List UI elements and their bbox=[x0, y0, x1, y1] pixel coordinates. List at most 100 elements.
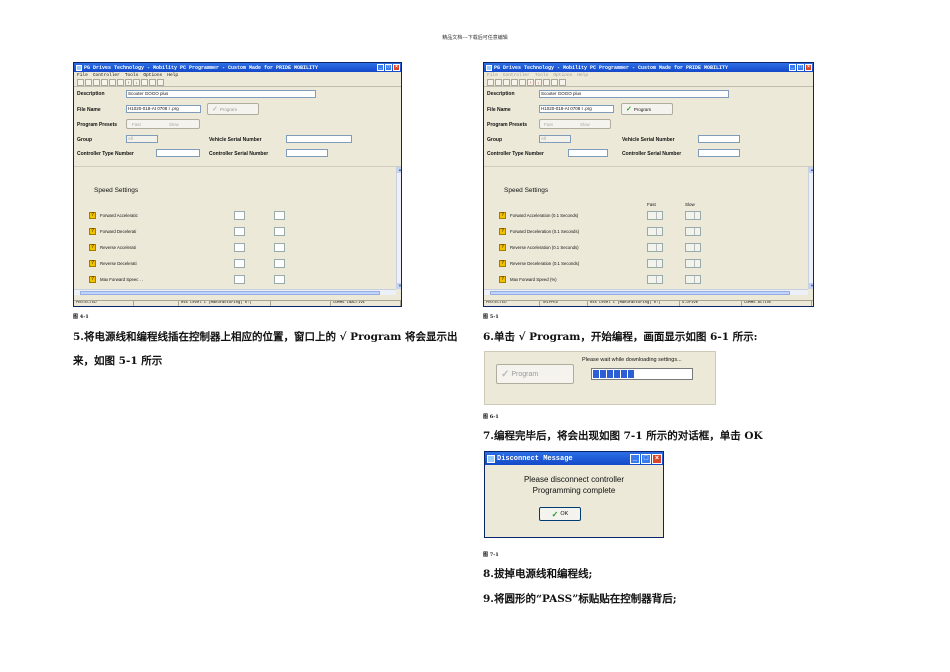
maximize-button[interactable]: □ bbox=[385, 64, 392, 71]
slow-value-field[interactable] bbox=[274, 227, 285, 236]
vehicle-serial-field[interactable] bbox=[286, 135, 352, 143]
help-icon[interactable]: ? bbox=[89, 276, 96, 283]
menu-options[interactable]: Options bbox=[553, 73, 572, 78]
scroll-down-icon[interactable]: ▼ bbox=[397, 283, 401, 289]
scroll-up-icon[interactable]: ▲ bbox=[397, 167, 401, 173]
close-button[interactable]: × bbox=[393, 64, 400, 71]
controller-type-field[interactable] bbox=[156, 149, 200, 157]
file-name-field[interactable]: H1020-018-At 0708 I .prg bbox=[126, 105, 201, 113]
close-button[interactable]: × bbox=[652, 454, 662, 464]
help-icon[interactable]: ? bbox=[499, 212, 506, 219]
group-select[interactable]: All bbox=[126, 135, 158, 143]
ok-button[interactable]: ✓ OK bbox=[539, 507, 581, 521]
scroll-down-icon[interactable]: ▼ bbox=[809, 283, 813, 289]
help-icon[interactable] bbox=[157, 78, 164, 86]
menu-help[interactable]: Help bbox=[167, 73, 178, 78]
new-icon[interactable] bbox=[487, 78, 494, 86]
fast-value-spinner[interactable] bbox=[647, 243, 663, 252]
help-icon[interactable]: ? bbox=[499, 244, 506, 251]
controller-serial-field[interactable] bbox=[698, 149, 740, 157]
help-icon[interactable]: ? bbox=[89, 260, 96, 267]
controller-type-field[interactable] bbox=[568, 149, 608, 157]
slow-value-field[interactable] bbox=[274, 243, 285, 252]
horizontal-scrollbar[interactable] bbox=[74, 289, 396, 295]
help-icon[interactable]: ? bbox=[89, 228, 96, 235]
minimize-button[interactable]: _ bbox=[630, 454, 640, 464]
diagnostics-icon[interactable] bbox=[543, 78, 550, 86]
open-icon[interactable] bbox=[495, 78, 502, 86]
group-select[interactable]: All bbox=[539, 135, 571, 143]
horizontal-scrollbar[interactable] bbox=[484, 289, 808, 295]
help-icon[interactable]: ? bbox=[89, 212, 96, 219]
menu-tools[interactable]: Tools bbox=[535, 73, 549, 78]
program-button[interactable]: ✓ Program bbox=[496, 364, 574, 384]
help-icon[interactable] bbox=[559, 78, 566, 86]
scroll-up-icon[interactable]: ▲ bbox=[809, 167, 813, 173]
help-icon[interactable]: ? bbox=[499, 228, 506, 235]
preset-slow-radio[interactable]: Slow bbox=[580, 122, 590, 127]
fast-value-field[interactable] bbox=[234, 211, 245, 220]
slow-value-spinner[interactable] bbox=[685, 259, 701, 268]
compare-icon[interactable] bbox=[117, 78, 124, 86]
slow-value-spinner[interactable] bbox=[685, 275, 701, 284]
vertical-scrollbar[interactable]: ▲ ▼ bbox=[396, 167, 401, 289]
fast-value-spinner[interactable] bbox=[647, 259, 663, 268]
help-icon[interactable]: ? bbox=[499, 276, 506, 283]
folder-icon[interactable] bbox=[503, 78, 510, 86]
slow-value-spinner[interactable] bbox=[685, 227, 701, 236]
preset-fast-radio[interactable]: Fast bbox=[544, 122, 553, 127]
help-icon[interactable]: ? bbox=[499, 260, 506, 267]
close-button[interactable]: × bbox=[805, 64, 812, 71]
fast-value-spinner[interactable] bbox=[647, 227, 663, 236]
vehicle-serial-field[interactable] bbox=[698, 135, 740, 143]
menu-file[interactable]: File bbox=[487, 73, 498, 78]
menu-help[interactable]: Help bbox=[577, 73, 588, 78]
write-icon[interactable]: ↓ bbox=[535, 78, 542, 86]
save-icon[interactable] bbox=[109, 78, 116, 86]
slow-value-field[interactable] bbox=[274, 259, 285, 268]
print-icon[interactable] bbox=[101, 78, 108, 86]
scroll-thumb[interactable] bbox=[80, 291, 380, 295]
fast-value-field[interactable] bbox=[234, 275, 245, 284]
menu-controller[interactable]: Controller bbox=[93, 73, 120, 78]
menu-controller[interactable]: Controller bbox=[503, 73, 530, 78]
preset-slow-radio[interactable]: Slow bbox=[169, 122, 179, 127]
diagnostics-icon[interactable] bbox=[141, 78, 148, 86]
minimize-button[interactable]: _ bbox=[377, 64, 384, 71]
settings-icon[interactable] bbox=[149, 78, 156, 86]
description-field[interactable]: Scooter GOGO plus bbox=[126, 90, 316, 98]
menu-options[interactable]: Options bbox=[143, 73, 162, 78]
vertical-scrollbar[interactable]: ▲ ▼ bbox=[808, 167, 813, 289]
fast-value-spinner[interactable] bbox=[647, 211, 663, 220]
save-icon[interactable] bbox=[519, 78, 526, 86]
folder-icon[interactable] bbox=[93, 78, 100, 86]
fast-value-field[interactable] bbox=[234, 243, 245, 252]
controller-serial-field[interactable] bbox=[286, 149, 328, 157]
description-field[interactable]: Scooter GOGO plus bbox=[539, 90, 729, 98]
scroll-thumb[interactable] bbox=[490, 291, 790, 295]
file-name-field[interactable]: H1020-018-At 0708 I .prg bbox=[539, 105, 614, 113]
menu-file[interactable]: File bbox=[77, 73, 88, 78]
open-icon[interactable] bbox=[85, 78, 92, 86]
preset-fast-radio[interactable]: Fast bbox=[132, 122, 141, 127]
new-icon[interactable] bbox=[77, 78, 84, 86]
slow-value-spinner[interactable] bbox=[685, 243, 701, 252]
menu-tools[interactable]: Tools bbox=[125, 73, 139, 78]
fast-value-field[interactable] bbox=[234, 259, 245, 268]
print-icon[interactable] bbox=[511, 78, 518, 86]
slow-value-field[interactable] bbox=[274, 211, 285, 220]
read-icon[interactable]: ↑ bbox=[125, 78, 132, 86]
slow-value-field[interactable] bbox=[274, 275, 285, 284]
minimize-button[interactable]: _ bbox=[789, 64, 796, 71]
maximize-button[interactable]: □ bbox=[641, 454, 651, 464]
maximize-button[interactable]: □ bbox=[797, 64, 804, 71]
fast-value-field[interactable] bbox=[234, 227, 245, 236]
settings-icon[interactable] bbox=[551, 78, 558, 86]
slow-value-spinner[interactable] bbox=[685, 211, 701, 220]
help-icon[interactable]: ? bbox=[89, 244, 96, 251]
read-icon[interactable]: ↑ bbox=[527, 78, 534, 86]
write-icon[interactable]: ↓ bbox=[133, 78, 140, 86]
program-button[interactable]: ✓ Program bbox=[207, 103, 259, 115]
fast-value-spinner[interactable] bbox=[647, 275, 663, 284]
program-button[interactable]: ✓ Program bbox=[621, 103, 673, 115]
